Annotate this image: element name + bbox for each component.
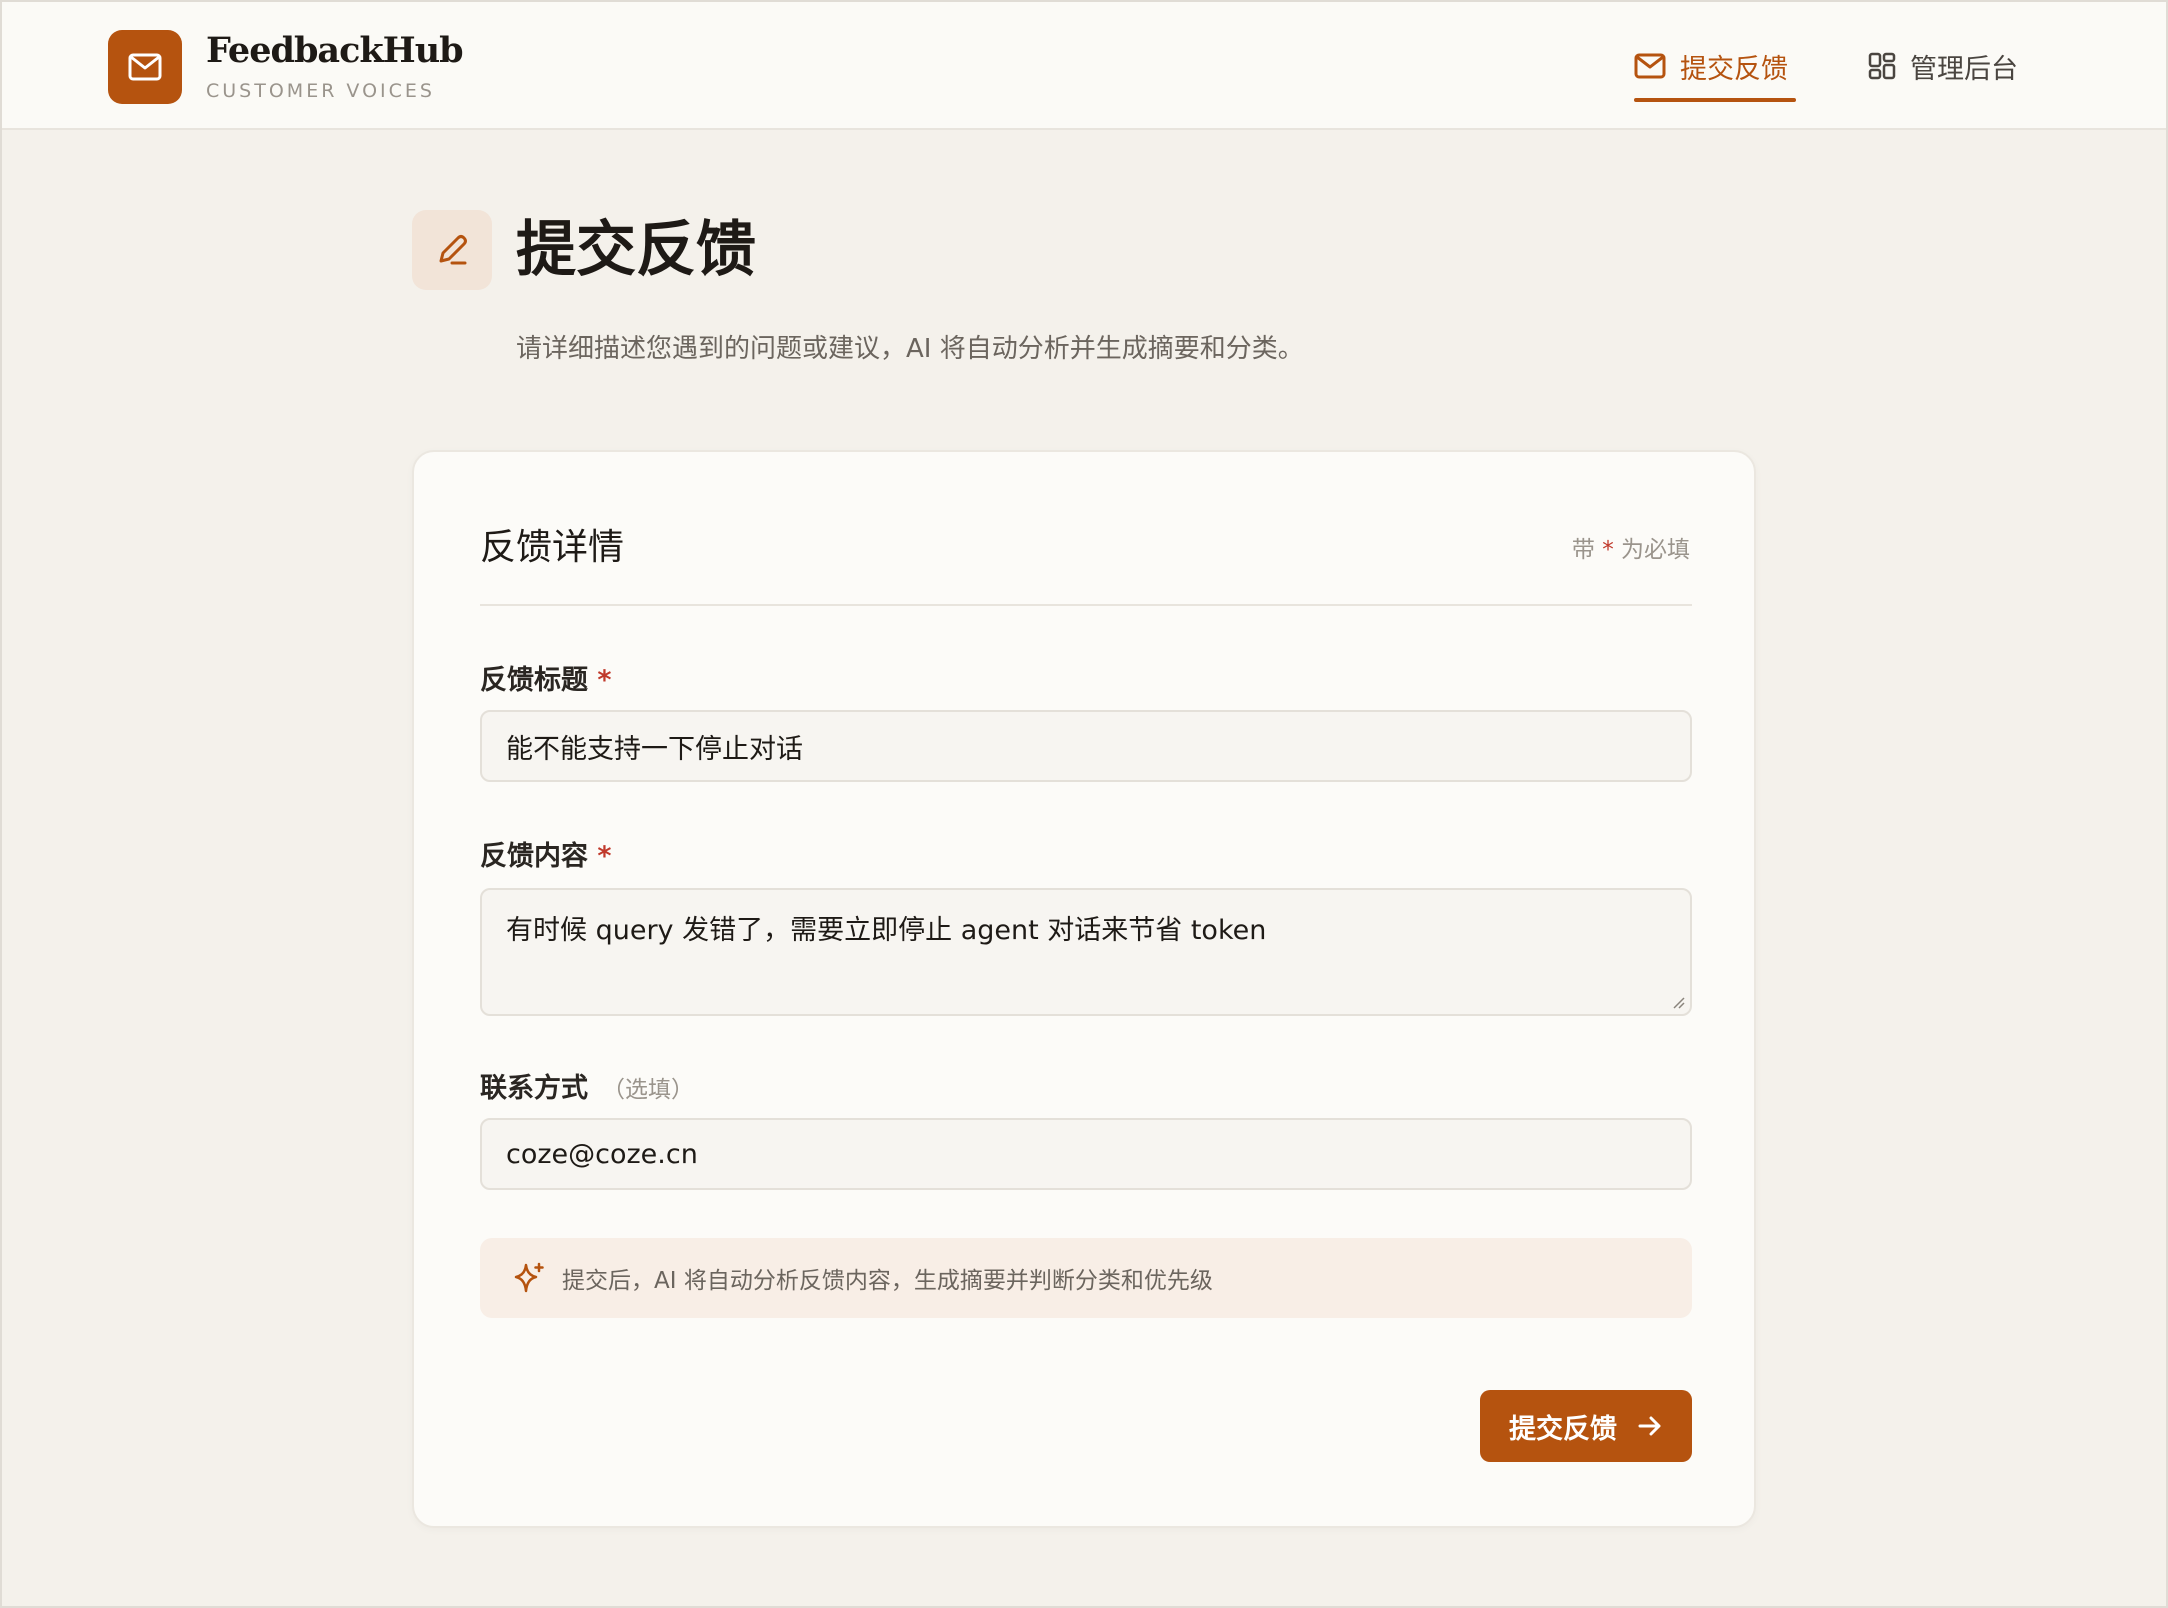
required-star: *	[597, 841, 612, 872]
logo[interactable]	[108, 30, 182, 104]
title-input[interactable]: 能不能支持一下停止对话	[480, 710, 1692, 782]
mail-icon	[1634, 53, 1666, 79]
page-description: 请详细描述您遇到的问题或建议，AI 将自动分析并生成摘要和分类。	[516, 334, 1304, 364]
card-title: 反馈详情	[480, 527, 625, 568]
nav-admin-label: 管理后台	[1910, 53, 2018, 85]
required-star: *	[1602, 537, 1614, 563]
content-label-text: 反馈内容	[480, 841, 588, 872]
required-note: 带 * 为必填	[1572, 530, 1690, 564]
contact-input[interactable]: coze@coze.cn	[480, 1118, 1692, 1190]
content-textarea-value: 有时候 query 发错了，需要立即停止 agent 对话来节省 token	[506, 915, 1267, 946]
nav-admin[interactable]: 管理后台	[1868, 46, 2018, 86]
top-header: FeedbackHub CUSTOMER VOICES 提交反馈 管理后台	[2, 2, 2166, 130]
resize-handle-icon[interactable]	[1670, 994, 1686, 1010]
card-divider	[480, 604, 1692, 606]
feedback-form-card: 反馈详情 带 * 为必填 反馈标题 * 能不能支持一下停止对话 反馈内容 * 有…	[412, 450, 1756, 1528]
nav-submit-label: 提交反馈	[1680, 53, 1788, 85]
brand-subtitle: CUSTOMER VOICES	[206, 80, 435, 102]
page-icon-box	[412, 210, 492, 290]
submit-button-label: 提交反馈	[1509, 1413, 1617, 1445]
content-textarea[interactable]: 有时候 query 发错了，需要立即停止 agent 对话来节省 token	[480, 888, 1692, 1016]
ai-tip-banner: 提交后，AI 将自动分析反馈内容，生成摘要并判断分类和优先级	[480, 1238, 1692, 1318]
required-note-prefix: 带	[1571, 537, 1595, 563]
optional-hint: （选填）	[602, 1077, 694, 1103]
ai-tip-text: 提交后，AI 将自动分析反馈内容，生成摘要并判断分类和优先级	[562, 1268, 1213, 1294]
nav-submit-feedback[interactable]: 提交反馈	[1634, 46, 1788, 86]
required-star: *	[597, 665, 612, 696]
title-label: 反馈标题 *	[480, 658, 612, 697]
title-input-value: 能不能支持一下停止对话	[506, 733, 803, 765]
contact-label: 联系方式 （选填）	[480, 1066, 694, 1105]
content-label: 反馈内容 *	[480, 834, 612, 873]
required-note-suffix: 为必填	[1621, 537, 1690, 563]
arrow-right-icon	[1638, 1416, 1661, 1436]
active-tab-indicator	[1634, 98, 1796, 102]
contact-input-value: coze@coze.cn	[506, 1138, 698, 1170]
brand-name: FeedbackHub	[206, 30, 464, 71]
title-label-text: 反馈标题	[480, 665, 588, 696]
page-title: 提交反馈	[516, 215, 756, 285]
dashboard-icon	[1868, 52, 1896, 80]
submit-feedback-button[interactable]: 提交反馈	[1480, 1390, 1692, 1462]
pencil-icon	[439, 235, 467, 265]
contact-label-text: 联系方式	[480, 1073, 588, 1104]
mail-icon	[128, 53, 162, 81]
sparkle-icon	[514, 1262, 544, 1293]
